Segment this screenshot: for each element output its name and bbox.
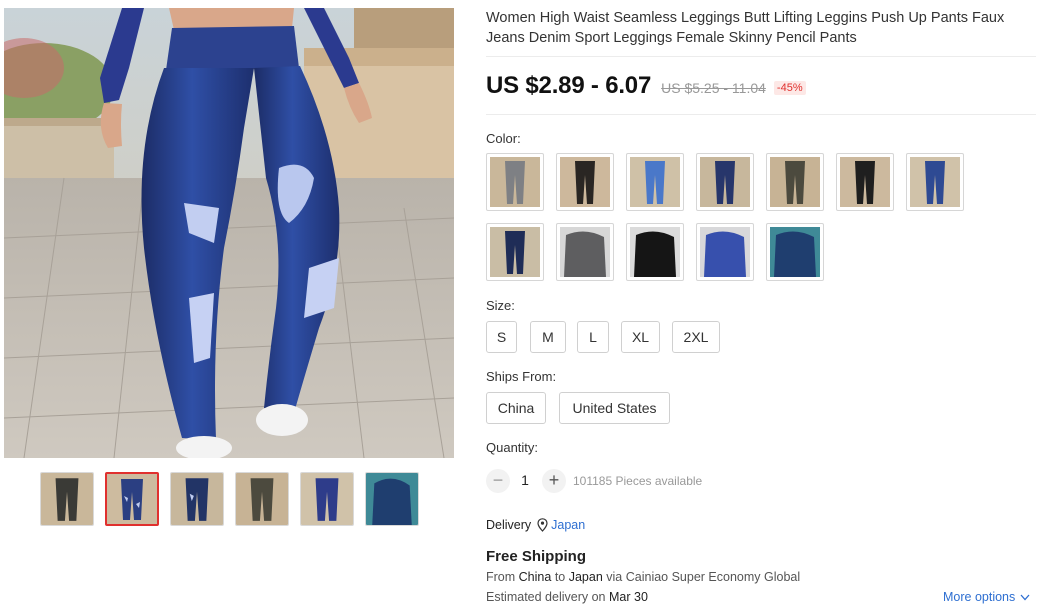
- increase-quantity-button[interactable]: +: [542, 469, 566, 493]
- origin-country: China: [518, 570, 552, 584]
- color-swatch-light-blue[interactable]: [626, 153, 684, 211]
- color-swatch-image: [770, 157, 820, 207]
- size-option-l[interactable]: L: [577, 321, 609, 353]
- eta-date: Mar 30: [609, 590, 648, 604]
- thumbnail-3[interactable]: [170, 472, 224, 526]
- size-option-m[interactable]: M: [530, 321, 566, 353]
- thumbnail-1[interactable]: [40, 472, 94, 526]
- thumbnail-strip: [38, 472, 438, 528]
- color-swatch-image: [630, 157, 680, 207]
- color-swatch-dark-denim[interactable]: [696, 153, 754, 211]
- color-swatch-navy-ripped[interactable]: [486, 223, 544, 281]
- free-shipping-title: Free Shipping: [486, 548, 587, 565]
- location-pin-icon: [537, 518, 548, 532]
- price-row: US $2.89 - 6.07 US $5.25 - 11.04 -45%: [486, 72, 806, 104]
- estimated-delivery: Estimated delivery on Mar 30: [486, 590, 648, 604]
- color-label: Color:: [486, 131, 521, 146]
- decrease-quantity-button[interactable]: −: [486, 469, 510, 493]
- color-swatch-image: [490, 157, 540, 207]
- current-price: US $2.89 - 6.07: [486, 72, 652, 99]
- color-swatches: [486, 153, 1006, 283]
- size-option-xl[interactable]: XL: [621, 321, 660, 353]
- color-swatch-image: [840, 157, 890, 207]
- shipping-route: From China to Japan via Cainiao Super Ec…: [486, 570, 800, 584]
- to-word: to: [554, 570, 566, 584]
- destination-country: Japan: [568, 570, 603, 584]
- quantity-label: Quantity:: [486, 440, 539, 455]
- eta-prefix: Estimated delivery on: [486, 590, 606, 604]
- thumbnail-image: [301, 473, 353, 525]
- color-swatch-olive[interactable]: [766, 153, 824, 211]
- color-swatch-image: [490, 227, 540, 277]
- delivery-row: Delivery Japan: [486, 517, 585, 533]
- ships-from-china[interactable]: China: [486, 392, 546, 424]
- delivery-label: Delivery: [486, 518, 532, 532]
- size-label: Size:: [486, 298, 515, 313]
- divider: [486, 56, 1036, 57]
- product-title: Women High Waist Seamless Leggings Butt …: [486, 10, 1005, 46]
- thumbnail-6[interactable]: [365, 472, 419, 526]
- discount-badge: -45%: [773, 81, 806, 95]
- color-swatch-grey-camo[interactable]: [486, 153, 544, 211]
- color-swatch-image: [560, 157, 610, 207]
- main-product-image[interactable]: [4, 8, 454, 458]
- thumbnail-image: [107, 474, 157, 524]
- thumbnail-image: [41, 473, 93, 525]
- delivery-country-link[interactable]: Japan: [551, 518, 585, 532]
- color-swatch-black-ripped[interactable]: [556, 153, 614, 211]
- product-photo: [4, 8, 454, 458]
- more-options-link[interactable]: More options: [943, 590, 1030, 604]
- color-swatch-image: [560, 227, 610, 277]
- color-swatch-blue-jeans[interactable]: [906, 153, 964, 211]
- color-swatch-black-tight[interactable]: [626, 223, 684, 281]
- shipping-method: via Cainiao Super Economy Global: [606, 570, 801, 584]
- thumbnail-image: [171, 473, 223, 525]
- more-options-label: More options: [943, 590, 1016, 604]
- thumbnail-4[interactable]: [235, 472, 289, 526]
- quantity-stepper: − 1 + 101185 Pieces available: [486, 468, 886, 494]
- chevron-down-icon: [1020, 594, 1030, 600]
- color-swatch-black[interactable]: [836, 153, 894, 211]
- from-prefix: From: [486, 570, 516, 584]
- size-option-s[interactable]: S: [486, 321, 517, 353]
- color-swatch-image: [770, 227, 820, 277]
- ships-from-united-states[interactable]: United States: [559, 392, 670, 424]
- divider: [486, 114, 1036, 115]
- thumbnail-2[interactable]: [105, 472, 159, 526]
- color-swatch-royal-blue[interactable]: [696, 223, 754, 281]
- color-swatch-image: [700, 227, 750, 277]
- thumbnail-5[interactable]: [300, 472, 354, 526]
- original-price: US $5.25 - 11.04: [661, 80, 766, 96]
- pieces-available: 101185 Pieces available: [573, 474, 703, 488]
- thumbnail-image: [236, 473, 288, 525]
- thumbnail-image: [366, 473, 418, 525]
- color-swatch-image: [700, 157, 750, 207]
- color-swatch-grey-tight[interactable]: [556, 223, 614, 281]
- quantity-value[interactable]: 1: [518, 472, 532, 488]
- color-swatch-image: [910, 157, 960, 207]
- color-swatch-image: [630, 227, 680, 277]
- size-option-2xl[interactable]: 2XL: [672, 321, 720, 353]
- color-swatch-deep-blue[interactable]: [766, 223, 824, 281]
- ships-from-label: Ships From:: [486, 369, 557, 384]
